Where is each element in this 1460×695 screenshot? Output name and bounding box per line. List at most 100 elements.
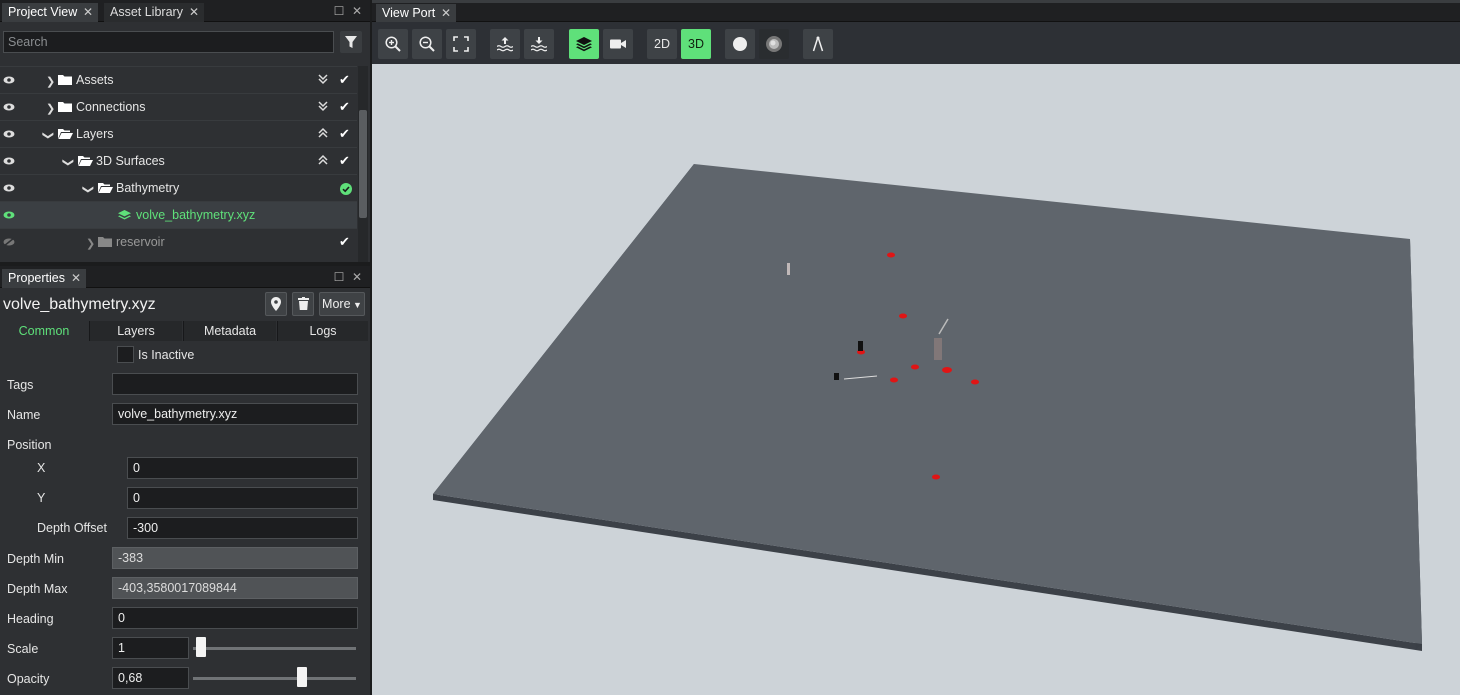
folder-open-icon <box>78 156 93 166</box>
subtab-common[interactable]: Common <box>0 321 88 341</box>
check-icon[interactable]: ✔ <box>339 99 350 115</box>
layers-icon <box>118 210 131 220</box>
raise-surface-button[interactable] <box>490 29 520 59</box>
heading-input[interactable]: 0 <box>112 607 358 629</box>
eye-icon[interactable] <box>3 210 15 220</box>
tree-item-label: Connections <box>76 100 146 114</box>
lighting-button[interactable] <box>725 29 755 59</box>
more-dropdown[interactable]: More ▼ <box>319 292 365 316</box>
scrollbar-thumb[interactable] <box>359 110 367 218</box>
collapse-all-icon[interactable] <box>318 154 328 169</box>
tree-item-reservoir[interactable]: ❯ reservoir ✔ <box>0 228 357 262</box>
filter-button[interactable] <box>340 31 362 53</box>
close-icon[interactable]: ✕ <box>441 4 451 23</box>
position-x-input[interactable]: 0 <box>127 457 358 479</box>
shading-button[interactable] <box>759 29 789 59</box>
tree-scrollbar[interactable] <box>358 66 368 262</box>
expand-all-icon[interactable] <box>318 73 328 88</box>
tab-project-view[interactable]: Project View ✕ <box>2 3 98 22</box>
depth-max-value: -403,3580017089844 <box>112 577 358 599</box>
close-icon[interactable]: ✕ <box>350 270 364 284</box>
chevron-right-icon[interactable]: ❯ <box>46 75 55 88</box>
subtab-layers[interactable]: Layers <box>89 321 182 341</box>
close-icon[interactable]: ✕ <box>83 3 93 22</box>
check-circle-icon[interactable] <box>340 183 352 195</box>
compass-button[interactable] <box>803 29 833 59</box>
mode-2d-button[interactable]: 2D <box>647 29 677 59</box>
scale-slider-thumb[interactable] <box>196 637 207 657</box>
subtab-logs[interactable]: Logs <box>277 321 368 341</box>
layers-toggle-button[interactable] <box>569 29 599 59</box>
zoom-in-icon <box>385 36 401 52</box>
eye-icon[interactable] <box>3 183 15 193</box>
eye-icon[interactable] <box>3 129 15 139</box>
close-icon[interactable]: ✕ <box>71 269 81 288</box>
position-y-input[interactable]: 0 <box>127 487 358 509</box>
tags-label: Tags <box>7 378 34 392</box>
collapse-all-icon[interactable] <box>318 127 328 142</box>
scale-label: Scale <box>7 642 39 656</box>
depth-min-label: Depth Min <box>7 552 64 566</box>
delete-button[interactable] <box>292 292 314 316</box>
chevron-down-icon[interactable]: ❯ <box>42 131 55 140</box>
tree-item-layers[interactable]: ❯ Layers ✔ <box>0 120 357 147</box>
name-input[interactable]: volve_bathymetry.xyz <box>112 403 358 425</box>
opacity-input[interactable]: 0,68 <box>112 667 189 689</box>
tree-item-assets[interactable]: ❯ Assets ✔ <box>0 66 357 93</box>
expand-icon <box>453 36 469 52</box>
check-icon[interactable]: ✔ <box>339 72 350 88</box>
tab-label: Properties <box>8 271 65 285</box>
heading-label: Heading <box>7 612 54 626</box>
tree-item-3d-surfaces[interactable]: ❯ 3D Surfaces ✔ <box>0 147 357 174</box>
chevron-down-icon[interactable]: ❯ <box>62 158 75 167</box>
chevron-right-icon[interactable]: ❯ <box>46 102 55 115</box>
tab-properties[interactable]: Properties ✕ <box>2 269 86 288</box>
maximize-icon[interactable]: ☐ <box>332 4 346 18</box>
eye-icon[interactable] <box>3 156 15 166</box>
scale-slider-track[interactable] <box>193 647 356 650</box>
is-inactive-checkbox[interactable] <box>117 346 134 363</box>
expand-all-icon[interactable] <box>318 100 328 115</box>
is-inactive-label: Is Inactive <box>138 348 195 362</box>
check-icon[interactable]: ✔ <box>339 126 350 142</box>
tree-item-bathymetry[interactable]: ❯ Bathymetry <box>0 174 357 201</box>
search-input[interactable] <box>3 31 334 53</box>
maximize-icon[interactable]: ☐ <box>332 270 346 284</box>
camera-button[interactable] <box>603 29 633 59</box>
locate-button[interactable] <box>265 292 287 316</box>
check-icon[interactable]: ✔ <box>339 153 350 169</box>
zoom-out-button[interactable] <box>412 29 442 59</box>
eye-icon[interactable] <box>3 75 15 85</box>
fit-view-button[interactable] <box>446 29 476 59</box>
depth-min-value: -383 <box>112 547 358 569</box>
folder-icon <box>98 237 112 247</box>
tree-item-volve-bathymetry[interactable]: volve_bathymetry.xyz <box>0 201 357 228</box>
zoom-in-button[interactable] <box>378 29 408 59</box>
tree-item-connections[interactable]: ❯ Connections ✔ <box>0 93 357 120</box>
3d-scene[interactable] <box>372 64 1460 695</box>
chevron-right-icon[interactable]: ❯ <box>86 237 95 250</box>
lower-surface-button[interactable] <box>524 29 554 59</box>
opacity-slider-thumb[interactable] <box>297 667 308 687</box>
subtab-metadata[interactable]: Metadata <box>183 321 276 341</box>
depth-offset-input[interactable]: -300 <box>127 517 358 539</box>
properties-tabbar: Properties ✕ ☐ ✕ <box>0 266 370 288</box>
video-camera-icon <box>610 39 626 49</box>
viewport-toolbar: 2D 3D <box>372 22 1460 64</box>
close-icon[interactable]: ✕ <box>189 3 199 22</box>
compass-icon <box>812 36 824 52</box>
eye-hidden-icon[interactable] <box>3 237 15 247</box>
tab-view-port[interactable]: View Port ✕ <box>376 4 456 23</box>
tab-asset-library[interactable]: Asset Library ✕ <box>104 3 204 22</box>
properties-title: volve_bathymetry.xyz <box>3 296 156 313</box>
eye-icon[interactable] <box>3 102 15 112</box>
mode-3d-button[interactable]: 3D <box>681 29 711 59</box>
tags-input[interactable] <box>112 373 358 395</box>
opacity-slider-track[interactable] <box>193 677 356 680</box>
tab-label: View Port <box>382 6 436 20</box>
scale-input[interactable]: 1 <box>112 637 189 659</box>
check-icon[interactable]: ✔ <box>339 234 350 250</box>
chevron-down-icon[interactable]: ❯ <box>82 185 95 194</box>
close-icon[interactable]: ✕ <box>350 4 364 18</box>
filter-icon <box>345 36 357 48</box>
